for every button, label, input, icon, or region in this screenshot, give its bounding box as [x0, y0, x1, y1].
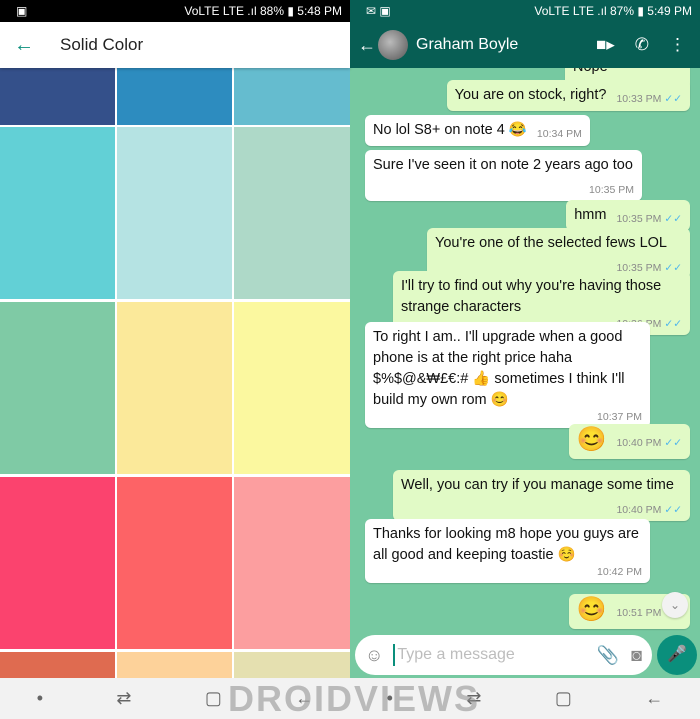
message-text: Nope — [573, 68, 608, 75]
timestamp-text: 10:40 PM — [616, 437, 662, 449]
image-icon: ▣ — [16, 4, 28, 18]
emoji-icon[interactable]: ☺ — [365, 645, 383, 666]
contact-name[interactable]: Graham Boyle — [416, 36, 596, 54]
message-timestamp: 10:35 PM ✓✓ — [616, 213, 682, 225]
message-text: Thanks for looking m8 hope you guys are … — [373, 526, 639, 563]
message-timestamp: 10:34 PM — [537, 128, 582, 140]
avatar[interactable] — [378, 30, 408, 60]
message-list[interactable]: Nope10:33 PM✓✓You are on stock, right?10… — [350, 68, 700, 634]
timestamp-text: 10:42 PM — [597, 566, 642, 578]
color-swatch[interactable] — [117, 477, 232, 649]
message-timestamp: 10:42 PM — [383, 566, 642, 578]
outgoing-message[interactable]: You are on stock, right? 10:33 PM ✓✓ — [446, 80, 690, 111]
more-options-icon[interactable]: ⋮ — [669, 35, 686, 55]
timestamp-text: 10:33 PM — [616, 93, 662, 105]
phone-icon[interactable]: ✆ — [635, 35, 649, 55]
chat-screen: ✉ ▣ VoLTE LTE .ıl 87% ▮ 5:49 PM ← Graham… — [350, 0, 700, 719]
outgoing-message[interactable]: Well, you can try if you manage some tim… — [393, 470, 690, 521]
clock: 5:48 PM — [297, 4, 342, 18]
message-composer: ☺ Type a message 📎 ◙ — [355, 635, 652, 675]
timestamp-text: 10:51 PM — [616, 607, 662, 619]
timestamp-text: 10:35 PM — [589, 184, 634, 196]
outgoing-message[interactable]: 😊 10:40 PM ✓✓ — [568, 424, 690, 459]
dot-icon[interactable]: • — [37, 688, 43, 709]
read-receipt-icon: ✓✓ — [664, 93, 682, 105]
status-bar: ▣ VoLTE LTE .ıl 88% ▮ 5:48 PM — [0, 0, 350, 22]
color-swatch[interactable] — [0, 302, 115, 474]
status-bar: ✉ ▣ VoLTE LTE .ıl 87% ▮ 5:49 PM — [350, 0, 700, 22]
color-swatch[interactable] — [117, 68, 232, 125]
timestamp-text: 10:40 PM — [616, 504, 662, 516]
incoming-message[interactable]: To right I am.. I'll upgrade when a good… — [365, 322, 650, 428]
color-swatch[interactable] — [117, 302, 232, 474]
message-text: hmm — [574, 207, 607, 223]
message-timestamp: 10:40 PM ✓✓ — [616, 437, 682, 449]
color-swatch[interactable] — [234, 68, 350, 125]
color-swatch-grid — [0, 68, 350, 682]
color-swatch[interactable] — [234, 127, 350, 299]
message-timestamp: 10:33 PM✓✓ — [616, 93, 682, 105]
incoming-message[interactable]: Sure I've seen it on note 2 years ago to… — [365, 150, 642, 201]
camera-icon[interactable]: ◙ — [631, 645, 642, 666]
notification-icons: ✉ ▣ — [366, 4, 391, 18]
app-bar: ← Solid Color — [0, 22, 350, 68]
message-text: Well, you can try if you manage some tim… — [401, 477, 674, 493]
message-input[interactable]: Type a message — [393, 644, 584, 666]
color-swatch[interactable] — [0, 68, 115, 125]
message-text: Sure I've seen it on note 2 years ago to… — [373, 157, 633, 173]
timestamp-text: 10:35 PM — [616, 213, 662, 225]
home-icon[interactable]: ▢ — [555, 688, 572, 709]
message-text: 😊 — [576, 596, 607, 623]
message-timestamp: 10:40 PM ✓✓ — [616, 504, 682, 516]
timestamp-text: 10:34 PM — [536, 128, 582, 140]
watermark-logo: DROIDVIEWS — [228, 678, 481, 719]
read-receipt-icon: ✓✓ — [664, 504, 682, 516]
message-text: You are on stock, right? — [454, 87, 607, 103]
read-receipt-icon: ✓✓ — [664, 318, 682, 330]
recents-icon[interactable]: ⇄ — [116, 688, 131, 709]
outgoing-message[interactable]: hmm 10:35 PM ✓✓ — [566, 200, 690, 231]
home-icon[interactable]: ▢ — [205, 688, 222, 709]
read-receipt-icon: ✓✓ — [664, 213, 682, 225]
signal-indicator: VoLTE LTE .ıl — [184, 4, 257, 18]
color-swatch[interactable] — [117, 127, 232, 299]
message-text: You're one of the selected fews LOL — [435, 235, 667, 251]
message-text: To right I am.. I'll upgrade when a good… — [373, 329, 625, 408]
arrow-left-icon[interactable]: ← — [358, 35, 376, 56]
paperclip-icon[interactable]: 📎 — [597, 645, 619, 666]
message-timestamp: 10:37 PM — [383, 411, 642, 423]
color-swatch[interactable] — [234, 302, 350, 474]
message-text: I'll try to find out why you're having t… — [401, 278, 662, 315]
message-text: 😊 — [576, 426, 607, 453]
arrow-left-icon[interactable]: ← — [14, 34, 54, 57]
battery-level: 88% — [259, 4, 285, 18]
chat-header: ← Graham Boyle ■▸ ✆ ⋮ — [350, 22, 700, 68]
timestamp-text: 10:37 PM — [597, 411, 642, 423]
read-receipt-icon: ✓✓ — [664, 437, 682, 449]
scroll-down-button[interactable]: ⌄ — [662, 592, 688, 618]
message-timestamp: 10:35 PM — [589, 184, 634, 196]
wallpaper-picker-screen: ▣ VoLTE LTE .ıl 88% ▮ 5:48 PM ← Solid Co… — [0, 0, 350, 719]
battery-level: 87% — [609, 4, 635, 18]
color-swatch[interactable] — [0, 127, 115, 299]
clock: 5:49 PM — [647, 4, 692, 18]
incoming-message[interactable]: Thanks for looking m8 hope you guys are … — [365, 519, 650, 583]
back-icon[interactable]: ← — [645, 688, 663, 709]
mic-button[interactable]: 🎤 — [657, 635, 697, 675]
color-swatch[interactable] — [0, 477, 115, 649]
page-title: Solid Color — [60, 35, 144, 54]
color-swatch[interactable] — [234, 477, 350, 649]
incoming-message[interactable]: No lol S8+ on note 4 😂 10:34 PM — [365, 115, 590, 146]
signal-indicator: VoLTE LTE .ıl — [534, 4, 607, 18]
message-text: No lol S8+ on note 4 😂 — [373, 122, 527, 138]
video-call-icon[interactable]: ■▸ — [596, 35, 615, 55]
